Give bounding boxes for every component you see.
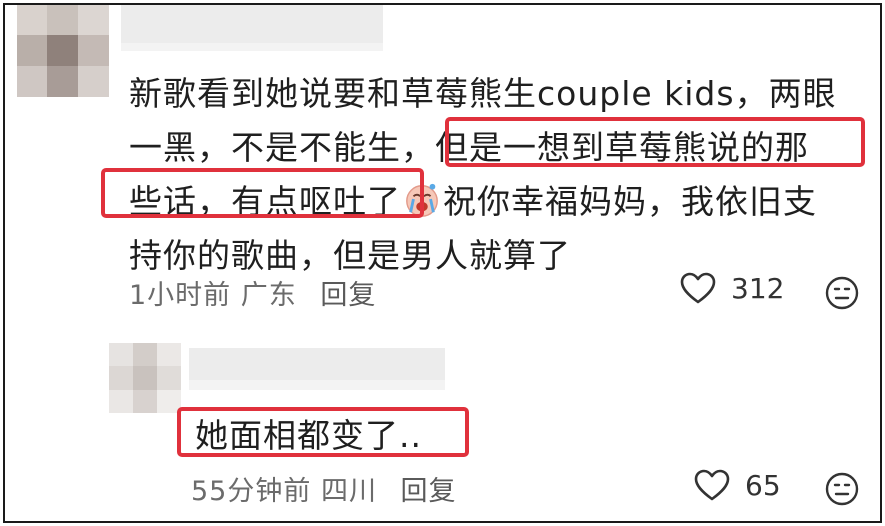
comment-line-3-rest: 祝你幸福妈妈，我依旧支 (443, 182, 817, 221)
highlight-box-2 (101, 168, 424, 218)
reply-like-group: 65 (693, 468, 781, 502)
comment-meta: 1小时前 广东 回复 (129, 273, 376, 312)
reply-avatar[interactable] (109, 343, 181, 413)
like-count: 312 (731, 271, 785, 305)
dislike-face-icon[interactable] (824, 471, 860, 507)
reply-like-count: 65 (745, 468, 781, 502)
reply-button[interactable]: 回复 (320, 280, 376, 311)
heart-icon[interactable] (693, 468, 731, 502)
reply-meta: 55分钟前 四川 回复 (191, 469, 457, 508)
reply-time: 55分钟前 (191, 476, 312, 507)
reply-location: 四川 (320, 476, 377, 507)
highlight-box-3 (177, 407, 469, 457)
comment-line-2-plain: 一黑，不是不能生， (129, 128, 435, 167)
dislike-face-icon[interactable] (824, 275, 860, 311)
comment-thread-screenshot: 新歌看到她说要和草莓熊生couple kids，两眼 一黑，不是不能生，但是一想… (3, 3, 882, 523)
comment-like-group: 312 (679, 271, 784, 305)
username-blurred[interactable] (121, 5, 383, 43)
reply-username-blurred[interactable] (189, 348, 445, 380)
comment-time: 1小时前 (129, 280, 232, 311)
username-blurred-shade (121, 43, 383, 51)
avatar[interactable] (17, 5, 109, 97)
heart-icon[interactable] (679, 271, 717, 305)
highlight-box-1 (445, 117, 865, 167)
reply-username-blurred-shade (189, 380, 445, 390)
comment-line-1: 新歌看到她说要和草莓熊生couple kids，两眼 (129, 74, 837, 113)
reply-reply-button[interactable]: 回复 (401, 476, 457, 507)
comment-location: 广东 (240, 280, 297, 311)
